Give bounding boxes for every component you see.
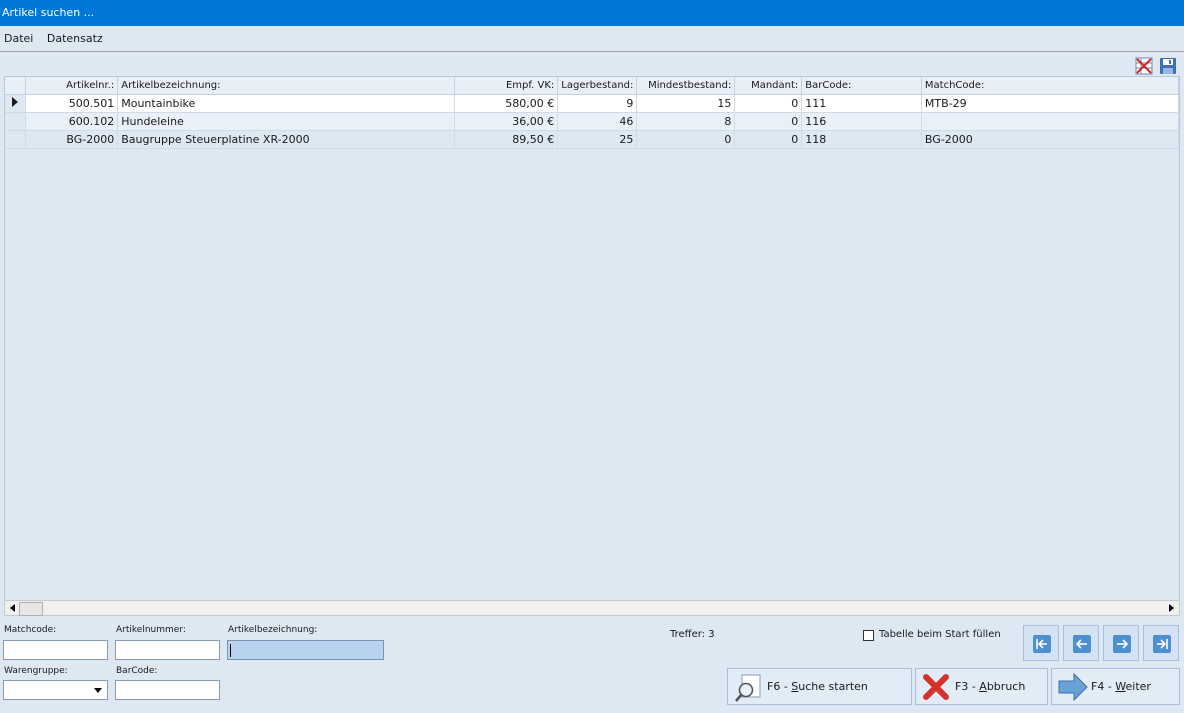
cell-matchcode[interactable] [921,112,1179,131]
cell-lagerbestand[interactable]: 9 [557,94,638,113]
cell-matchcode[interactable]: BG-2000 [921,130,1179,149]
artikelnummer-input[interactable] [115,640,220,660]
menu-separator [0,51,1184,52]
scroll-right-icon[interactable] [1164,601,1178,615]
cell-artikelnr[interactable]: 500.501 [25,94,119,113]
cell-artikelnr[interactable]: 600.102 [25,112,119,131]
cell-barcode[interactable]: 111 [801,94,922,113]
matchcode-label: Matchcode: [4,625,57,635]
cell-empf-vk[interactable]: 580,00 € [454,94,559,113]
cancel-button[interactable]: F3 - Abbruch [915,668,1048,705]
next-button-label: F4 - Weiter [1091,680,1151,693]
cell-barcode[interactable]: 118 [801,130,922,149]
nav-next-button[interactable] [1103,625,1139,661]
artikelbezeichnung-input[interactable] [227,640,384,660]
cell-barcode[interactable]: 116 [801,112,922,131]
red-x-icon [922,673,950,704]
row-indicator [5,112,27,131]
next-button[interactable]: F4 - Weiter [1051,668,1180,705]
nav-prev-button[interactable] [1063,625,1099,661]
cell-artikelnr[interactable]: BG-2000 [25,130,119,149]
col-header-matchcode[interactable]: MatchCode: [921,77,1179,95]
window-title: Artikel suchen ... [0,0,1184,26]
table-row[interactable]: 500.501 Mountainbike 580,00 € 9 15 0 111… [5,94,1179,113]
row-indicator [5,94,27,113]
col-header-empf-vk[interactable]: Empf. VK: [454,77,559,95]
col-header-lagerbestand[interactable]: Lagerbestand: [557,77,638,95]
cell-mandant[interactable]: 0 [734,112,803,131]
magnifier-icon [734,673,764,706]
cell-mindestbestand[interactable]: 15 [636,94,736,113]
barcode-input[interactable] [115,680,220,700]
cell-matchcode[interactable]: MTB-29 [921,94,1179,113]
cancel-button-label: F3 - Abbruch [955,680,1026,693]
warengruppe-label: Warengruppe: [4,666,68,676]
cell-mandant[interactable]: 0 [734,130,803,149]
table-row[interactable]: BG-2000 Baugruppe Steuerplatine XR-2000 … [5,130,1179,149]
col-header-barcode[interactable]: BarCode: [801,77,922,95]
menu-datei[interactable]: Datei [4,32,33,45]
cell-artikelbezeichnung[interactable]: Hundeleine [117,112,455,131]
barcode-label: BarCode: [116,666,158,676]
matchcode-input[interactable] [3,640,108,660]
table-row[interactable]: 600.102 Hundeleine 36,00 € 46 8 0 116 [5,112,1179,131]
search-button[interactable]: F6 - Suche starten [727,668,912,705]
scrollbar-thumb[interactable] [19,602,43,616]
previous-record-icon [1073,635,1091,653]
cell-mandant[interactable]: 0 [734,94,803,113]
hit-count: Treffer: 3 [670,629,715,640]
cell-empf-vk[interactable]: 89,50 € [454,130,559,149]
delete-table-icon[interactable] [1135,57,1153,75]
article-grid[interactable]: Artikelnr.: Artikelbezeichnung: Empf. VK… [4,76,1180,616]
current-row-arrow-icon [12,97,19,107]
row-indicator [5,130,27,149]
save-icon[interactable] [1159,57,1177,75]
cell-artikelbezeichnung[interactable]: Baugruppe Steuerplatine XR-2000 [117,130,455,149]
warengruppe-select[interactable] [3,680,108,700]
table-header-row: Artikelnr.: Artikelbezeichnung: Empf. VK… [5,77,1179,95]
cell-artikelbezeichnung[interactable]: Mountainbike [117,94,455,113]
chevron-down-icon[interactable] [91,683,105,697]
cell-lagerbestand[interactable]: 46 [557,112,638,131]
artikelnummer-label: Artikelnummer: [116,625,186,635]
col-header-mindestbestand[interactable]: Mindestbestand: [636,77,736,95]
next-record-icon [1113,635,1131,653]
artikelbezeichnung-label: Artikelbezeichnung: [228,625,318,635]
col-header-artikelnr[interactable]: Artikelnr.: [25,77,119,95]
menu-bar: Datei Datensatz [0,29,109,49]
scroll-left-icon[interactable] [6,601,20,615]
cell-mindestbestand[interactable]: 0 [636,130,736,149]
col-header-artikelbezeichnung[interactable]: Artikelbezeichnung: [117,77,455,95]
horizontal-scrollbar[interactable] [4,600,1180,616]
blue-arrow-icon [1058,672,1088,704]
cell-mindestbestand[interactable]: 8 [636,112,736,131]
menu-datensatz[interactable]: Datensatz [47,32,103,45]
cell-lagerbestand[interactable]: 25 [557,130,638,149]
text-cursor [230,643,231,657]
col-header-mandant[interactable]: Mandant: [734,77,803,95]
row-indicator-header [5,77,27,95]
cell-empf-vk[interactable]: 36,00 € [454,112,559,131]
nav-first-button[interactable] [1023,625,1059,661]
fill-on-start-label: Tabelle beim Start füllen [879,629,1001,640]
nav-last-button[interactable] [1143,625,1179,661]
first-record-icon [1033,635,1051,653]
fill-on-start-checkbox[interactable] [863,630,874,641]
last-record-icon [1153,635,1171,653]
search-button-label: F6 - Suche starten [767,680,868,693]
